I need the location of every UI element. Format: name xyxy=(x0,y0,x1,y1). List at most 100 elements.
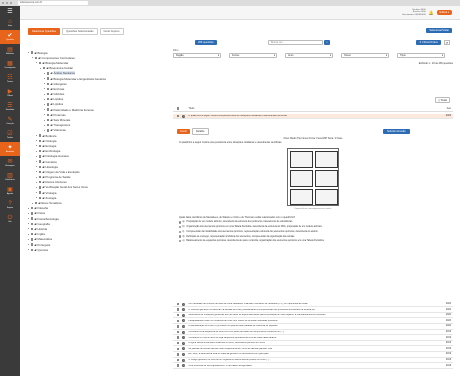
expand-icon[interactable]: + xyxy=(182,352,186,356)
tree-checkbox[interactable] xyxy=(39,144,42,148)
tree-node[interactable]: ▸ ▰ Química xyxy=(28,247,158,252)
window-dot-icon[interactable] xyxy=(6,2,8,4)
tree-checkbox[interactable] xyxy=(35,56,38,59)
tree-checkbox[interactable] xyxy=(31,51,34,54)
insert-button[interactable]: Inserir xyxy=(177,128,190,134)
answer-option[interactable]: c) Compreensão da instabilidade dos eleme… xyxy=(173,230,453,234)
expand-icon[interactable]: + xyxy=(182,358,186,362)
question-row[interactable]: + Considere um trecho de DNA cuja sequênc… xyxy=(173,336,453,341)
question-row[interactable]: + O conceito genético foi clarificar na d… xyxy=(173,308,453,313)
question-row[interactable]: + Pesquisadores criam um molécula de DNA … xyxy=(173,319,453,324)
request-review-button[interactable]: Solicitar Revisão xyxy=(383,128,410,134)
expand-icon[interactable]: + xyxy=(182,114,186,118)
filter-select-region[interactable]: Região ▾ xyxy=(173,53,221,58)
filter-button[interactable]: ▼ Filtros/Ordem xyxy=(416,40,441,45)
row-checkbox[interactable] xyxy=(177,347,180,351)
tree-checkbox[interactable] xyxy=(47,77,50,80)
expand-icon[interactable]: + xyxy=(182,324,186,328)
row-checkbox[interactable] xyxy=(177,325,180,328)
option-radio[interactable] xyxy=(179,240,182,243)
sidebar-item[interactable]: ▦ Desempenho xyxy=(0,58,20,72)
row-checkbox[interactable] xyxy=(177,330,180,334)
expand-icon[interactable]: + xyxy=(182,319,186,323)
filter-select-types[interactable]: Tipos ▾ xyxy=(397,53,445,58)
tree-checkbox[interactable] xyxy=(39,175,42,179)
sidebar-item[interactable]: ▣ Agenda xyxy=(0,184,20,198)
tree-checkbox[interactable] xyxy=(39,61,42,65)
tree-checkbox[interactable] xyxy=(47,103,50,106)
tree-checkbox[interactable] xyxy=(47,92,50,96)
tree-checkbox[interactable] xyxy=(39,170,42,174)
question-row[interactable]: + A figura ilustra a estrutura molecular … xyxy=(173,341,453,347)
sidebar-item[interactable]: ✔ Questões xyxy=(0,30,20,44)
question-row[interactable]: + O código genético do DNA de um organism… xyxy=(173,358,453,364)
tree-checkbox[interactable] xyxy=(31,232,34,236)
row-checkbox[interactable] xyxy=(177,358,180,362)
expand-icon[interactable]: + xyxy=(182,347,186,351)
column-title[interactable]: Título xyxy=(188,107,439,110)
filter-select-sources[interactable]: Fontes ▾ xyxy=(229,53,277,58)
tree-checkbox[interactable] xyxy=(47,129,50,132)
tree-checkbox[interactable] xyxy=(47,118,50,122)
option-radio[interactable] xyxy=(179,235,182,238)
row-checkbox[interactable] xyxy=(177,319,180,323)
option-radio[interactable] xyxy=(179,225,182,229)
user-menu-button[interactable]: Editora ▾ xyxy=(436,10,452,15)
expand-icon[interactable]: + xyxy=(182,308,186,312)
tree-checkbox[interactable] xyxy=(31,207,34,210)
tree-checkbox[interactable] xyxy=(39,186,42,189)
address-bar[interactable]: sidiocaoverra.com.br xyxy=(18,1,88,5)
tab-selected-questions[interactable]: Questões Selecionadas xyxy=(62,28,98,35)
sidebar-item[interactable]: ✦ Atividades xyxy=(0,142,20,156)
column-year[interactable]: Ano xyxy=(439,107,453,110)
row-checkbox[interactable] xyxy=(177,114,180,118)
tree-checkbox[interactable] xyxy=(47,72,50,75)
sidebar-item[interactable]: ✎ Correção xyxy=(0,114,20,128)
select-all-checkbox[interactable] xyxy=(177,107,180,110)
search-input[interactable]: Buscar por xyxy=(268,40,323,45)
sidebar-item[interactable]: ✉ Mensagens xyxy=(0,156,20,170)
row-checkbox[interactable] xyxy=(177,336,180,339)
tree-checkbox[interactable] xyxy=(39,165,42,168)
sidebar-item[interactable]: ▥ Estatísticas xyxy=(0,170,20,184)
sidebar-item[interactable]: ☰ Simulados xyxy=(0,100,20,114)
sidebar-item[interactable]: ⏻ Sair xyxy=(0,212,20,226)
bell-icon[interactable]: 🔔 xyxy=(429,10,434,15)
row-checkbox[interactable] xyxy=(177,302,180,306)
filter-select-years[interactable]: Anos ▾ xyxy=(285,53,333,58)
tree-checkbox[interactable] xyxy=(31,243,34,246)
detail-button[interactable]: Detalhe xyxy=(191,127,209,135)
tree-checkbox[interactable] xyxy=(39,160,42,163)
tree-checkbox[interactable] xyxy=(31,212,34,215)
row-checkbox[interactable] xyxy=(177,353,180,356)
answer-option[interactable]: b) Organização dos elementos químicos em … xyxy=(173,225,453,229)
sidebar-item[interactable]: ☷ Turmas xyxy=(0,72,20,86)
sidebar-item[interactable]: ▤ Relatórios xyxy=(0,44,20,58)
tree-checkbox[interactable] xyxy=(31,248,34,251)
window-dot-icon[interactable] xyxy=(2,2,4,4)
tree-checkbox[interactable] xyxy=(47,124,50,127)
tree-checkbox[interactable] xyxy=(43,66,46,70)
menu-icon[interactable]: ☰ xyxy=(0,6,20,16)
expand-icon[interactable]: + xyxy=(182,341,186,345)
tree-checkbox[interactable] xyxy=(31,222,34,225)
sidebar-item[interactable]: ☑ Tarefas xyxy=(0,128,20,142)
tree-checkbox[interactable] xyxy=(39,139,42,142)
question-row[interactable]: + O quadrinho a seguir mostra uma penitên… xyxy=(173,114,453,120)
tree-checkbox[interactable] xyxy=(47,98,50,101)
tree-checkbox[interactable] xyxy=(39,181,42,184)
search-icon[interactable]: ⌕ xyxy=(324,40,330,45)
question-row[interactable]: + Em 1952, a descoberta feita do material… xyxy=(173,352,453,358)
option-radio[interactable] xyxy=(179,221,182,224)
question-row[interactable]: + Um candidato de controle de raios de li… xyxy=(173,302,453,308)
tree-checkbox[interactable] xyxy=(39,155,42,158)
answer-option[interactable]: a) Proposição de um modelo atômico, desco… xyxy=(173,221,453,224)
sidebar-item[interactable]: ? Suporte xyxy=(0,198,20,212)
tree-checkbox[interactable] xyxy=(31,238,34,241)
tree-checkbox[interactable] xyxy=(47,87,50,91)
row-checkbox[interactable] xyxy=(177,314,180,317)
question-row[interactable]: + Uma molécula de DNA apresenta 17% de ba… xyxy=(173,364,453,369)
tab-select-questions[interactable]: Selecionar Questões xyxy=(28,28,61,35)
refresh-icon[interactable]: ⟳ xyxy=(444,40,450,45)
expand-icon[interactable]: + xyxy=(182,364,186,368)
